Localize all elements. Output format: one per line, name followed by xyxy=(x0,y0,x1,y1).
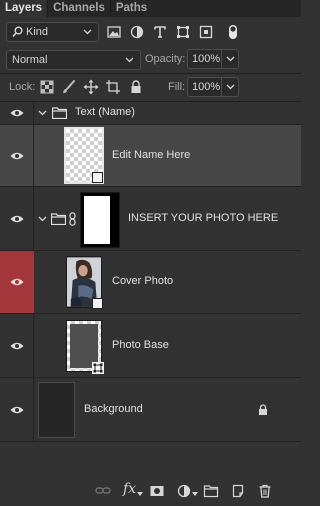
divider xyxy=(0,73,301,74)
layer-name: Cover Photo xyxy=(112,275,174,287)
search-icon xyxy=(12,26,23,38)
layer-row-photo-base[interactable]: Photo Base xyxy=(0,314,301,378)
opacity-field[interactable]: 100% xyxy=(187,49,239,69)
new-group-icon[interactable] xyxy=(203,483,219,499)
chevron-down-icon xyxy=(125,57,134,63)
smart-object-icon xyxy=(92,298,103,309)
layer-name: Text (Name) xyxy=(75,106,135,118)
filter-row: Kind xyxy=(0,21,301,45)
lock-icon xyxy=(259,404,267,415)
visibility-toggle[interactable] xyxy=(0,314,34,377)
visibility-toggle[interactable] xyxy=(0,251,34,313)
blend-mode-select[interactable]: Normal xyxy=(6,50,141,70)
opacity-label: Opacity: xyxy=(145,53,186,65)
kind-filter-label: Kind xyxy=(26,26,49,38)
fill-field[interactable]: 100% xyxy=(187,77,239,97)
lock-position-icon[interactable] xyxy=(83,79,99,95)
eye-icon xyxy=(10,152,24,159)
layer-name: Photo Base xyxy=(112,338,169,351)
blend-mode-value: Normal xyxy=(12,54,48,66)
opacity-dropdown-button[interactable] xyxy=(221,50,238,68)
chevron-down-icon xyxy=(83,29,92,35)
lock-all-icon[interactable] xyxy=(128,79,144,95)
chevron-down-icon[interactable] xyxy=(38,216,47,222)
lock-label: Lock: xyxy=(9,81,36,93)
fill-label: Fill: xyxy=(168,81,186,93)
fill-dropdown-button[interactable] xyxy=(221,78,238,96)
opacity-value: 100% xyxy=(192,53,221,65)
tab-layers[interactable]: Layers xyxy=(0,0,48,17)
folder-icon xyxy=(51,213,66,225)
eye-icon xyxy=(10,406,24,413)
layer-mask-thumbnail[interactable] xyxy=(80,192,120,248)
filter-toggle-icon[interactable] xyxy=(226,24,240,40)
shape-filter-icon[interactable] xyxy=(175,24,191,40)
adjustment-layer-icon[interactable] xyxy=(176,483,192,499)
chevron-down-icon[interactable] xyxy=(38,110,47,116)
layer-row-cover-photo[interactable]: Cover Photo xyxy=(0,251,301,314)
link-layers-icon[interactable] xyxy=(95,483,111,499)
eye-icon xyxy=(10,109,24,117)
lock-image-pixels-icon[interactable] xyxy=(61,79,77,95)
layer-row-background[interactable]: Background xyxy=(0,378,301,442)
panel-tabs: Layers Channels Paths xyxy=(0,0,301,17)
layers-bottom-toolbar: fx xyxy=(0,478,301,506)
new-layer-icon[interactable] xyxy=(230,483,246,499)
tab-paths[interactable]: Paths xyxy=(111,0,152,17)
layer-name: Background xyxy=(84,402,143,415)
layer-row-edit-name-here[interactable]: Edit Name Here xyxy=(0,125,301,187)
smart-object-filter-icon[interactable] xyxy=(198,24,214,40)
layers-list: Text (Name) Edit Name Here INSERT YOUR P… xyxy=(0,102,301,442)
shape-layer-icon xyxy=(92,362,104,374)
layer-thumbnail xyxy=(38,382,75,438)
lock-artboard-icon[interactable] xyxy=(105,79,121,95)
lock-transparent-pixels-icon[interactable] xyxy=(39,79,55,95)
kind-filter-select[interactable]: Kind xyxy=(6,22,99,42)
visibility-toggle[interactable] xyxy=(0,125,34,186)
link-icon[interactable] xyxy=(69,212,76,226)
layer-row-text-name-group[interactable]: Text (Name) xyxy=(0,102,301,125)
visibility-toggle[interactable] xyxy=(0,102,34,124)
blend-row: Normal Opacity: 100% xyxy=(0,49,301,71)
eye-icon xyxy=(10,342,24,349)
tab-channels[interactable]: Channels xyxy=(48,0,110,17)
smart-object-icon xyxy=(92,172,103,183)
chevron-down-icon xyxy=(226,84,235,90)
chevron-down-icon xyxy=(192,492,198,496)
layer-name: INSERT YOUR PHOTO HERE xyxy=(128,211,279,224)
adjustment-filter-icon[interactable] xyxy=(129,24,145,40)
type-filter-icon[interactable] xyxy=(152,24,168,40)
visibility-toggle[interactable] xyxy=(0,187,34,250)
fill-value: 100% xyxy=(192,81,221,93)
layer-row-insert-your-photo[interactable]: INSERT YOUR PHOTO HERE xyxy=(0,187,301,251)
add-mask-icon[interactable] xyxy=(149,483,165,499)
mask-shape xyxy=(84,196,110,244)
layer-name: Edit Name Here xyxy=(112,148,191,161)
eye-icon xyxy=(10,278,24,286)
chevron-down-icon xyxy=(137,492,143,496)
folder-icon xyxy=(52,107,67,119)
chevron-down-icon xyxy=(226,56,235,62)
pixel-filter-icon[interactable] xyxy=(106,24,122,40)
trash-icon[interactable] xyxy=(257,483,273,499)
visibility-toggle[interactable] xyxy=(0,378,34,441)
lock-row: Lock: Fill: 100% xyxy=(0,76,301,98)
eye-icon xyxy=(10,215,24,222)
